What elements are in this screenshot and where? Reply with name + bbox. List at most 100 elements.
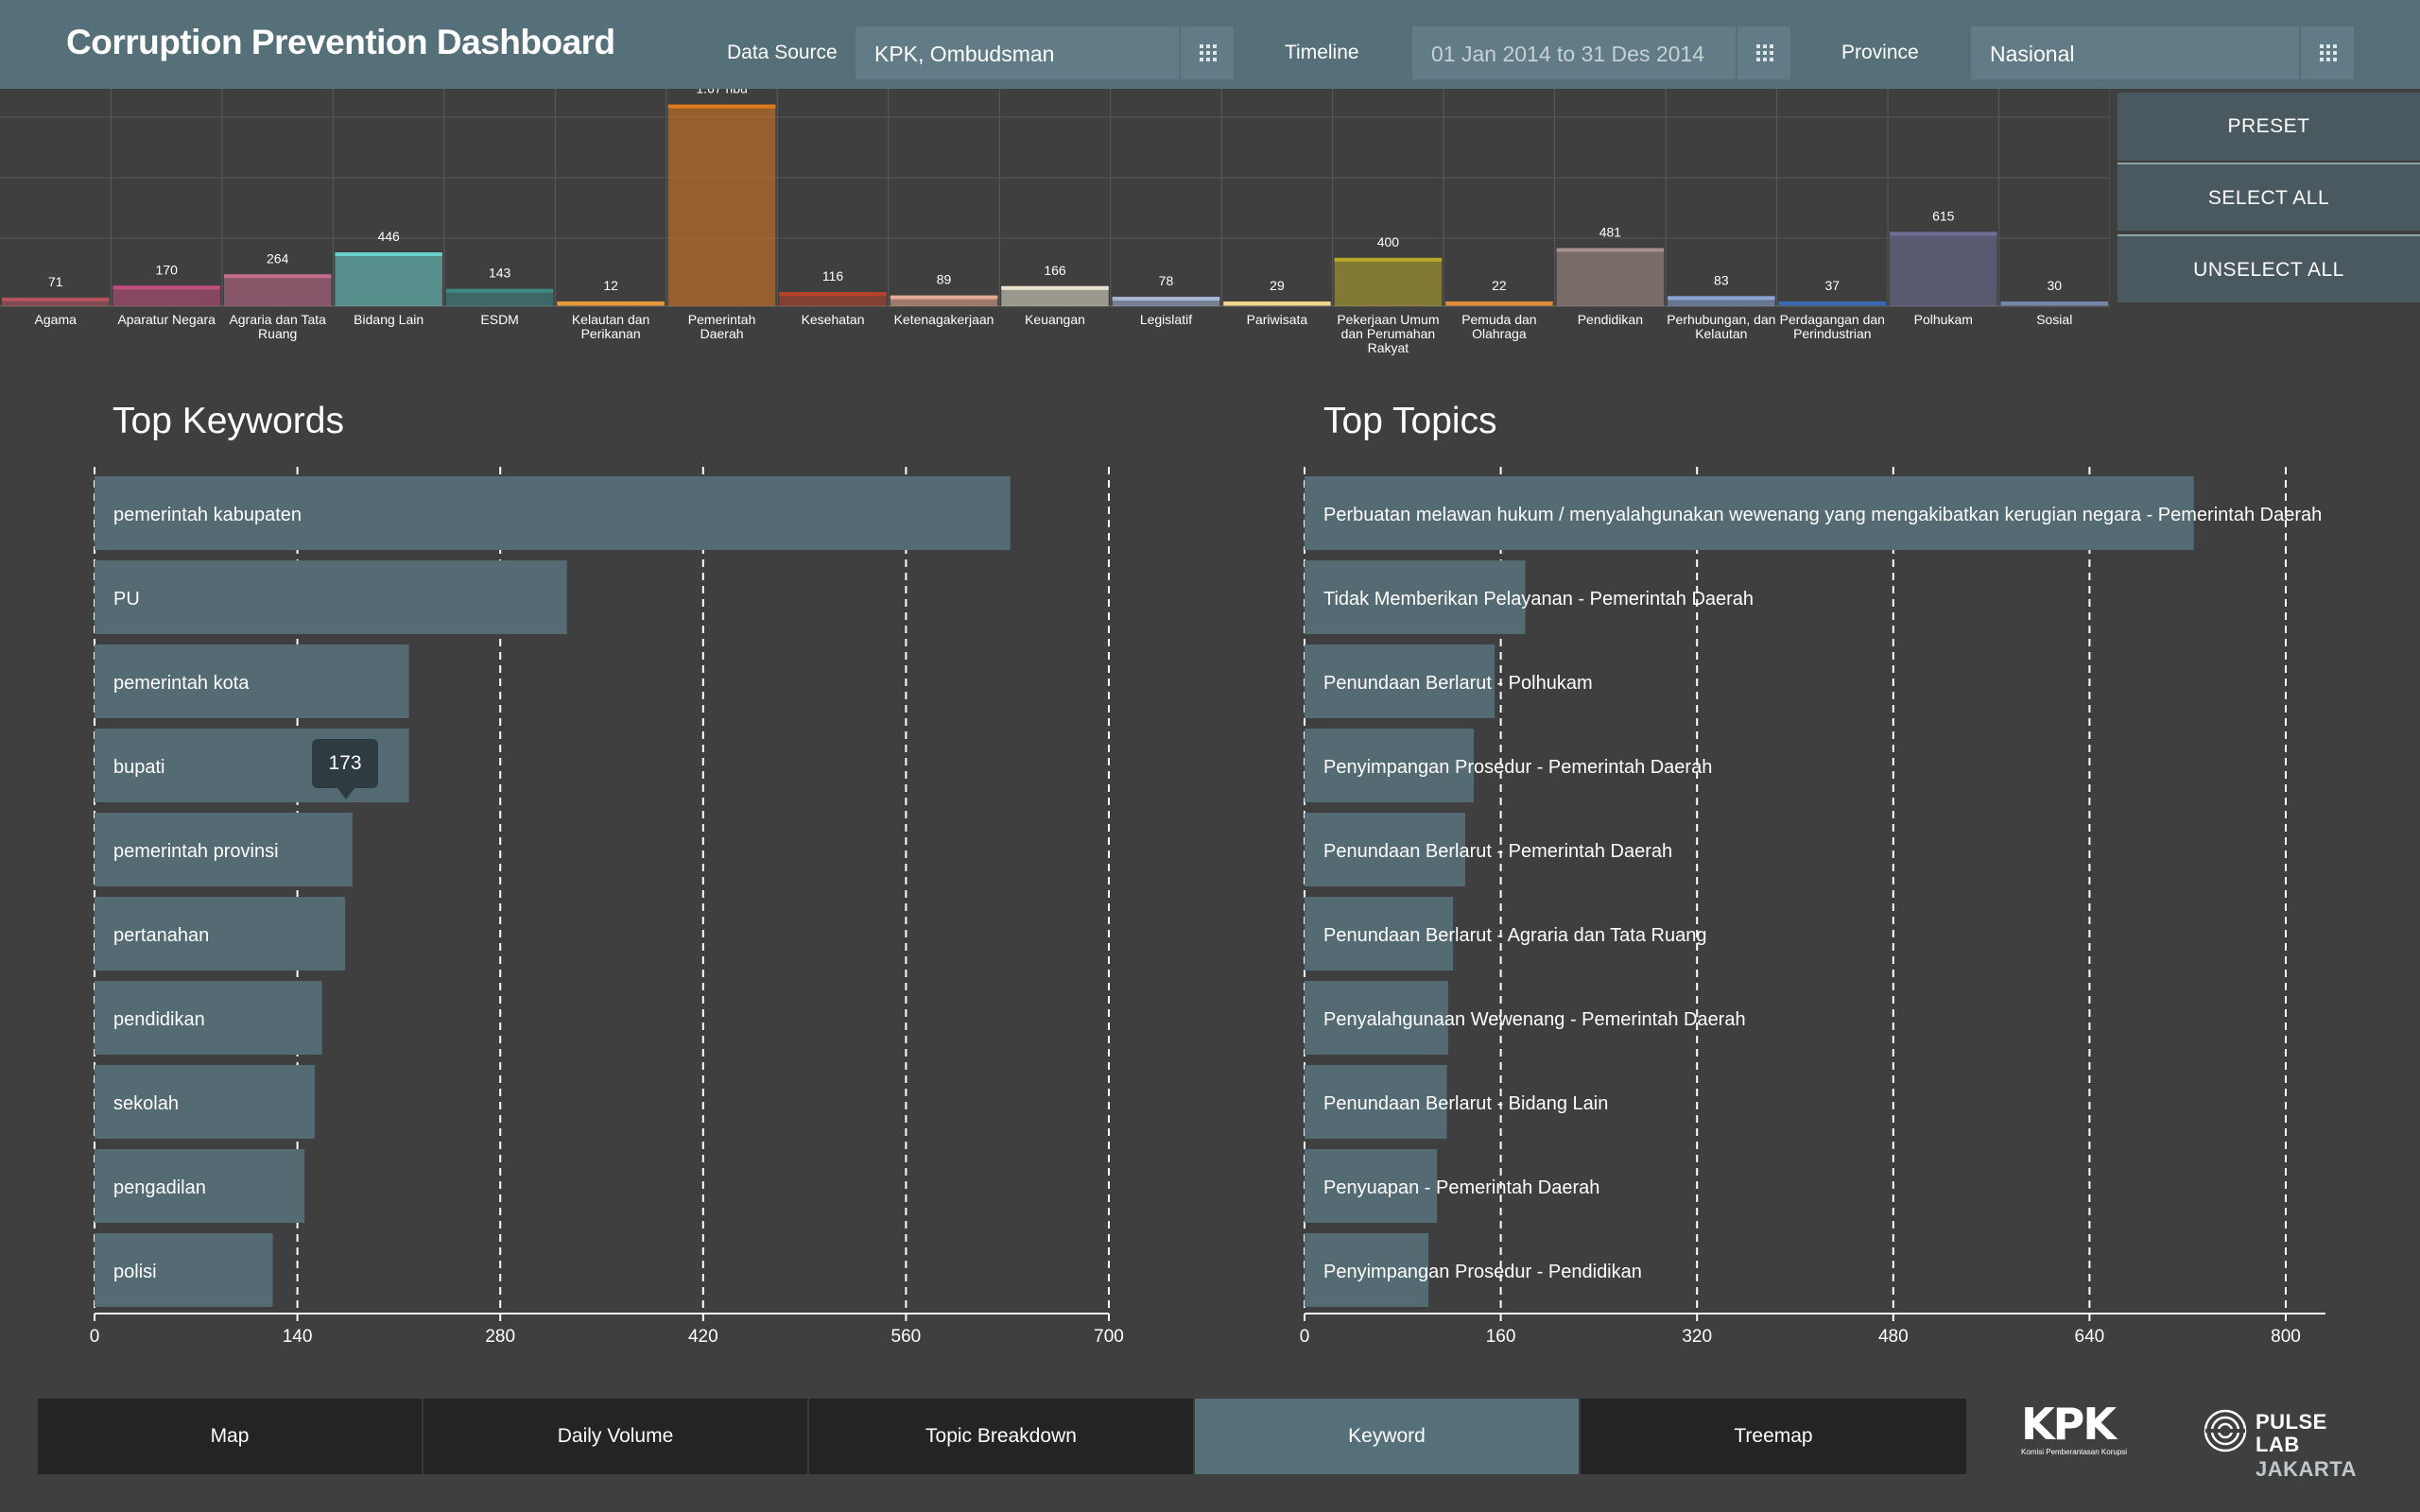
pulse-lab-mark-icon <box>2204 1409 2247 1452</box>
tab-map[interactable]: Map <box>38 1399 424 1474</box>
bar-category-label: pengadilan <box>113 1177 206 1198</box>
province-picker-button[interactable] <box>2299 26 2354 79</box>
category-axis-label: Agraria dan Tata <box>229 312 326 327</box>
bar-category-label: Penyalahgunaan Wewenang - Pemerintah Dae… <box>1323 1009 1746 1030</box>
bar-value-tooltip: 173 <box>312 739 378 799</box>
category-axis-label: Polhukam <box>1914 312 1973 327</box>
category-value-label: 78 <box>1159 273 1174 288</box>
category-axis-label: ESDM <box>480 312 518 327</box>
category-value-label: 400 <box>1377 234 1400 249</box>
category-bar[interactable] <box>1556 248 1665 306</box>
category-bar[interactable] <box>335 252 442 306</box>
tab-daily-volume[interactable]: Daily Volume <box>424 1399 809 1474</box>
data-source-field[interactable]: KPK, Ombudsman <box>856 26 1234 79</box>
bar-category-label: PU <box>113 589 140 610</box>
tab-keyword[interactable]: Keyword <box>1195 1399 1581 1474</box>
category-value-label: 166 <box>1044 263 1066 278</box>
category-axis-label: Perhubungan, dan <box>1667 312 1775 327</box>
category-axis-label: Rakyat <box>1368 340 1409 355</box>
bar-category-label: Penyimpangan Prosedur - Pendidikan <box>1323 1262 1642 1282</box>
bar-category-label: sekolah <box>113 1093 179 1114</box>
category-axis-label: Pendidikan <box>1578 312 1643 327</box>
category-bar-top <box>112 285 220 290</box>
category-value-label: 37 <box>1825 278 1841 293</box>
tab-topic-breakdown[interactable]: Topic Breakdown <box>809 1399 1195 1474</box>
category-bar-top <box>445 288 554 293</box>
tab-treemap[interactable]: Treemap <box>1581 1399 1966 1474</box>
category-value-label: 116 <box>822 268 844 284</box>
bar-category-label: Penundaan Berlarut - Polhukam <box>1323 673 1593 694</box>
category-axis-label: Perdagangan dan <box>1780 312 1885 327</box>
category-axis-label: Ruang <box>258 326 297 341</box>
category-value-label: 1.67 ribu <box>696 89 747 96</box>
category-bar-top <box>335 252 442 257</box>
category-bar[interactable] <box>1334 257 1443 306</box>
bar-category-label: bupati <box>113 757 165 778</box>
bar[interactable] <box>95 560 567 634</box>
bar-category-label: Penundaan Berlarut - Agraria dan Tata Ru… <box>1323 925 1706 946</box>
category-value-label: 83 <box>1714 272 1729 287</box>
grid-icon <box>1200 44 1217 61</box>
category-value-label: 71 <box>48 274 63 289</box>
category-axis-label: Ketenagakerjaan <box>894 312 994 327</box>
category-axis-label: Kelautan <box>1695 326 1747 341</box>
grid-icon <box>1756 44 1773 61</box>
bar-category-label: polisi <box>113 1262 157 1282</box>
category-axis-label: Bidang Lain <box>354 312 424 327</box>
x-tick-label: 800 <box>2271 1327 2301 1347</box>
category-bar-top <box>2000 301 2108 305</box>
category-bar-top <box>1778 301 1887 305</box>
category-axis-label: Kelautan dan <box>572 312 650 327</box>
timeline-field[interactable]: 01 Jan 2014 to 31 Des 2014 <box>1412 26 1790 79</box>
category-bar-top <box>223 274 332 279</box>
category-axis-label: Legislatif <box>1140 312 1192 327</box>
category-value-label: 29 <box>1270 278 1285 293</box>
category-value-label: 12 <box>603 278 618 293</box>
x-tick-label: 700 <box>1094 1327 1124 1347</box>
bar-category-label: pemerintah kabupaten <box>113 505 302 525</box>
category-value-label: 481 <box>1599 225 1622 240</box>
bar-category-label: Penyimpangan Prosedur - Pemerintah Daera… <box>1323 757 1712 778</box>
timeline-picker-button[interactable] <box>1736 26 1790 79</box>
category-value-label: 615 <box>1932 208 1955 223</box>
category-bar-chart: 71 Agama 170 Aparatur Negara 264 Agraria dan … <box>0 89 2110 355</box>
category-bar[interactable] <box>667 104 776 306</box>
select-all-button[interactable]: SELECT ALL <box>2118 163 2420 231</box>
top-keywords-chart: pemerintah kabupaten PU pemerintah kota bup… <box>90 467 1124 1347</box>
preset-button[interactable]: PRESET <box>2118 93 2420 161</box>
category-value-label: 89 <box>937 272 952 287</box>
province-field[interactable]: Nasional <box>1971 26 2354 79</box>
category-axis-label: Perikanan <box>581 326 641 341</box>
category-bar-top <box>1890 232 1997 236</box>
category-axis-label: Pariwisata <box>1247 312 1308 327</box>
x-tick-label: 560 <box>891 1327 922 1347</box>
category-value-label: 143 <box>489 266 511 281</box>
timeline-value: 01 Jan 2014 to 31 Des 2014 <box>1431 42 1705 66</box>
category-bar-top <box>1668 296 1775 301</box>
app-title: Corruption Prevention Dashboard <box>66 23 615 61</box>
category-axis-label: Sosial <box>2036 312 2072 327</box>
x-tick-label: 280 <box>485 1327 515 1347</box>
top-topics-title: Top Topics <box>1323 401 1497 441</box>
category-bar[interactable] <box>223 274 332 306</box>
unselect-all-button[interactable]: UNSELECT ALL <box>2118 234 2420 302</box>
bar-category-label: pemerintah provinsi <box>113 841 279 862</box>
category-axis-label: Pemuda dan <box>1461 312 1536 327</box>
header-bar: Corruption Prevention Dashboard Data Sou… <box>0 0 2420 89</box>
category-axis-label: Pekerjaan Umum <box>1337 312 1439 327</box>
category-bar[interactable] <box>1890 232 1997 306</box>
category-bar-top <box>890 295 998 300</box>
category-bar-top <box>667 104 776 109</box>
province-value: Nasional <box>1990 42 2075 66</box>
timeline-label: Timeline <box>1285 42 1359 63</box>
bar-category-label: Perbuatan melawan hukum / menyalahgunaka… <box>1323 505 2322 525</box>
category-bar-top <box>2 297 110 301</box>
x-tick-label: 160 <box>1486 1327 1516 1347</box>
category-axis-label: Agama <box>35 312 78 327</box>
category-bar-top <box>1445 301 1553 305</box>
category-axis-label: Olahraga <box>1472 326 1527 341</box>
data-source-picker-button[interactable] <box>1179 26 1234 79</box>
category-axis-label: Kesehatan <box>802 312 865 327</box>
category-axis-label: Pemerintah <box>688 312 756 327</box>
bar-category-label: Penyuapan - Pemerintah Daerah <box>1323 1177 1599 1198</box>
